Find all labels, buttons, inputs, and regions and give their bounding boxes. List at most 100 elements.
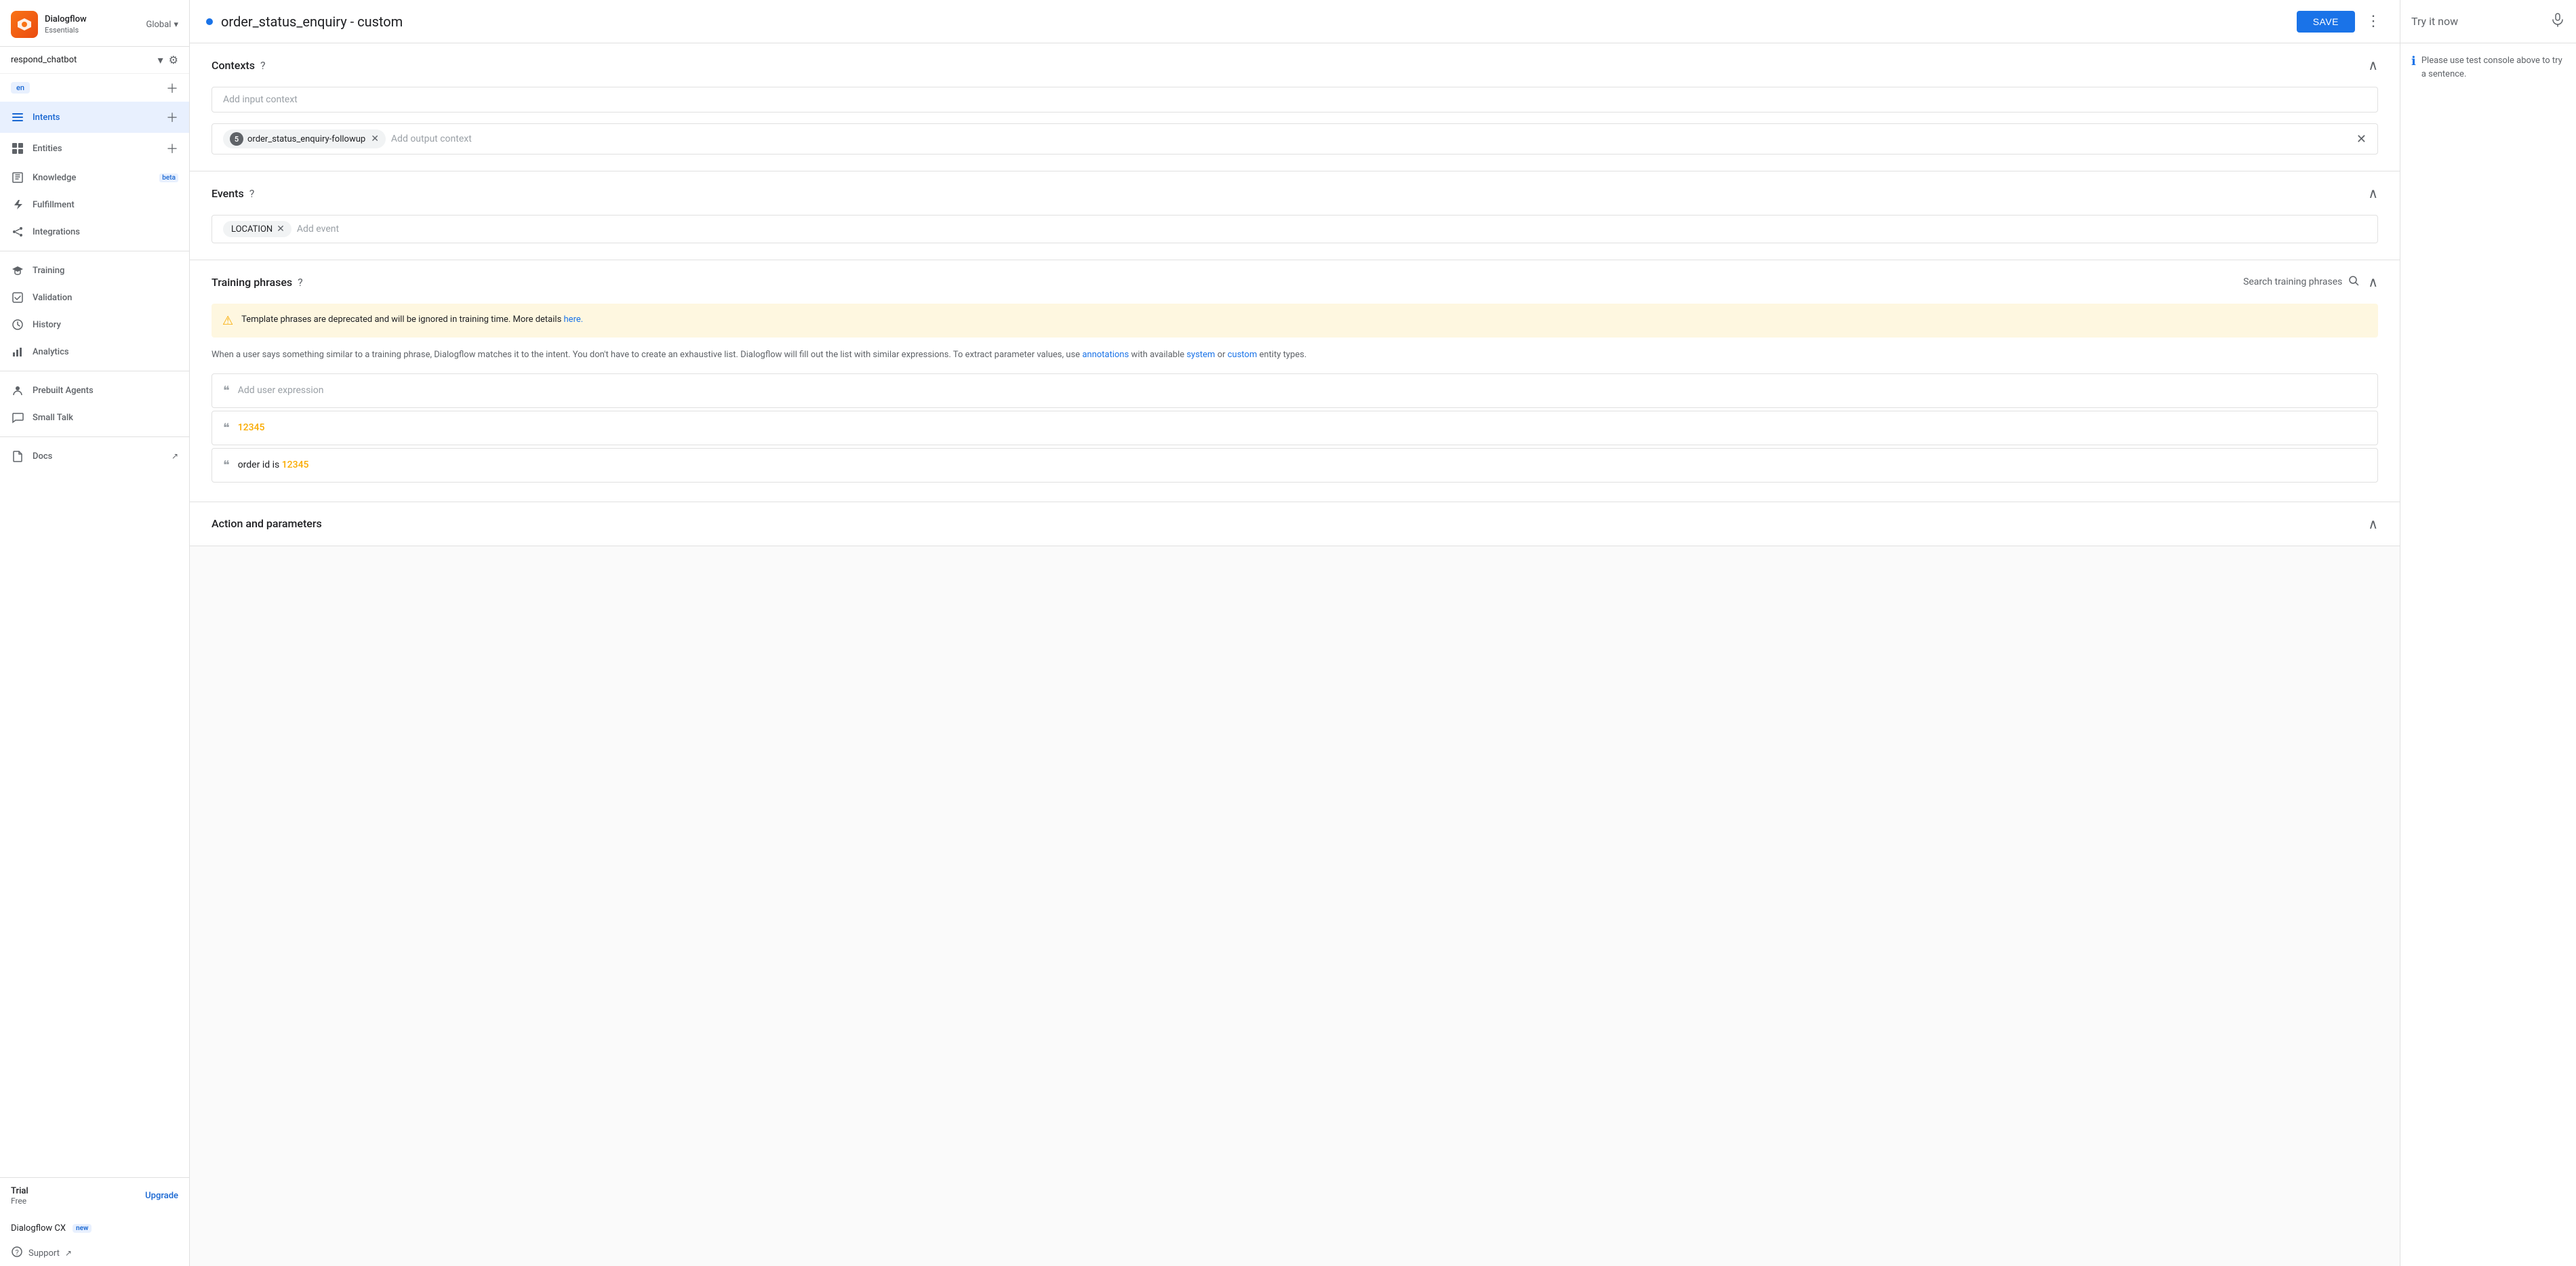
microphone-icon[interactable] xyxy=(2550,12,2565,31)
phrase-row-2[interactable]: ❝ order id is 12345 xyxy=(212,448,2378,483)
sidebar-item-intents[interactable]: Intents ＋ xyxy=(0,102,189,133)
contexts-title-row: Contexts ? xyxy=(212,59,266,72)
training-phrases-help-icon[interactable]: ? xyxy=(298,276,303,289)
sidebar-item-integrations-label: Integrations xyxy=(33,227,178,237)
support-label: Support xyxy=(28,1248,60,1259)
quote-icon: ❝ xyxy=(223,384,230,398)
global-label: Global xyxy=(146,20,172,30)
add-language-icon[interactable]: ＋ xyxy=(166,79,178,97)
external-link-icon: ↗ xyxy=(172,451,178,461)
input-context-field[interactable]: Add input context xyxy=(212,87,2378,113)
events-section-header[interactable]: Events ? ∧ xyxy=(190,171,2400,215)
sidebar-item-validation[interactable]: Validation xyxy=(0,284,189,311)
search-icon[interactable] xyxy=(2348,274,2360,290)
add-intent-icon[interactable]: ＋ xyxy=(166,108,178,126)
chat-icon xyxy=(11,411,24,424)
add-entity-icon[interactable]: ＋ xyxy=(166,140,178,157)
events-collapse-icon[interactable]: ∧ xyxy=(2368,185,2378,201)
upgrade-link[interactable]: Upgrade xyxy=(145,1191,178,1201)
language-badge[interactable]: en xyxy=(11,82,30,94)
system-link[interactable]: system xyxy=(1186,350,1215,360)
annotations-link[interactable]: annotations xyxy=(1082,350,1129,360)
phrase-quote-icon-2: ❝ xyxy=(223,458,230,472)
info-icon: ℹ xyxy=(2411,54,2416,68)
check-icon xyxy=(11,291,24,304)
context-clear-icon[interactable]: ✕ xyxy=(2356,132,2367,146)
intent-title: order_status_enquiry - custom xyxy=(221,14,2289,30)
agent-chevron-icon[interactable]: ▾ xyxy=(158,54,163,66)
logo-icon xyxy=(11,11,38,38)
context-num: 5 xyxy=(230,132,243,146)
sidebar-item-knowledge-label: Knowledge xyxy=(33,173,148,183)
sidebar-item-prebuilt[interactable]: Prebuilt Agents xyxy=(0,377,189,404)
grad-icon xyxy=(11,264,24,277)
trial-plan: Free xyxy=(11,1196,28,1206)
sidebar-item-fulfillment[interactable]: Fulfillment xyxy=(0,191,189,218)
dialogflow-cx-item[interactable]: Dialogflow CX new xyxy=(0,1217,189,1240)
event-row: LOCATION ✕ Add event xyxy=(212,215,2378,243)
logo-text-block: Dialogflow Essentials xyxy=(45,14,87,35)
context-name: order_status_enquiry-followup xyxy=(247,134,365,144)
training-phrases-body: ⚠ Template phrases are deprecated and wi… xyxy=(190,304,2400,502)
add-expression-row[interactable]: ❝ Add user expression xyxy=(212,373,2378,408)
trial-info: Trial Free xyxy=(11,1186,28,1206)
sidebar-item-validation-label: Validation xyxy=(33,293,178,303)
sidebar-item-smalltalk[interactable]: Small Talk xyxy=(0,404,189,431)
events-help-icon[interactable]: ? xyxy=(249,187,255,200)
training-phrases-collapse-icon[interactable]: ∧ xyxy=(2368,274,2378,290)
add-expression-placeholder: Add user expression xyxy=(238,385,324,396)
sidebar-item-docs[interactable]: Docs ↗ xyxy=(0,443,189,470)
search-phrases-label[interactable]: Search training phrases xyxy=(2243,277,2342,287)
warning-link[interactable]: here. xyxy=(564,314,584,325)
contexts-collapse-icon[interactable]: ∧ xyxy=(2368,57,2378,73)
add-event-placeholder[interactable]: Add event xyxy=(297,224,339,234)
event-badge: LOCATION ✕ xyxy=(223,221,291,237)
add-output-placeholder[interactable]: Add output context xyxy=(391,134,2351,144)
right-panel: Try it now ℹ Please use test console abo… xyxy=(2400,0,2576,1266)
phrase-row-1[interactable]: ❝ 12345 xyxy=(212,411,2378,445)
action-collapse-icon[interactable]: ∧ xyxy=(2368,516,2378,532)
sidebar-item-prebuilt-label: Prebuilt Agents xyxy=(33,386,178,396)
agent-settings-icon[interactable]: ⚙ xyxy=(169,54,178,66)
sidebar-item-entities-label: Entities xyxy=(33,144,158,154)
sidebar-item-intents-label: Intents xyxy=(33,113,158,123)
events-title-row: Events ? xyxy=(212,187,254,200)
clock-icon xyxy=(11,318,24,331)
output-context-row: 5 order_status_enquiry-followup ✕ Add ou… xyxy=(212,123,2378,155)
try-it-label: Try it now xyxy=(2411,15,2545,28)
sidebar-item-analytics[interactable]: Analytics xyxy=(0,338,189,365)
custom-link[interactable]: custom xyxy=(1228,350,1257,360)
top-bar: order_status_enquiry - custom SAVE ⋮ xyxy=(190,0,2400,43)
info-text: Please use test console above to try a s… xyxy=(2421,54,2565,81)
events-title: Events xyxy=(212,187,244,200)
support-external-icon: ↗ xyxy=(65,1248,72,1258)
sidebar-item-training[interactable]: Training xyxy=(0,257,189,284)
sidebar-item-support[interactable]: ? Support ↗ xyxy=(0,1240,189,1266)
sidebar-item-docs-label: Docs xyxy=(33,451,163,462)
status-dot xyxy=(206,18,213,25)
sidebar-item-entities[interactable]: Entities ＋ xyxy=(0,133,189,164)
sidebar-item-knowledge[interactable]: Knowledge beta xyxy=(0,164,189,191)
contexts-section-header[interactable]: Contexts ? ∧ xyxy=(190,43,2400,87)
more-options-icon[interactable]: ⋮ xyxy=(2363,10,2383,33)
global-selector[interactable]: Global ▾ xyxy=(146,20,179,30)
try-it-info: ℹ Please use test console above to try a… xyxy=(2400,43,2576,91)
sidebar-item-fulfillment-label: Fulfillment xyxy=(33,200,178,210)
logo-subtitle: Essentials xyxy=(45,26,87,35)
action-title: Action and parameters xyxy=(212,517,322,530)
context-remove-icon[interactable]: ✕ xyxy=(371,134,379,144)
contexts-help-icon[interactable]: ? xyxy=(260,59,266,72)
sidebar-item-integrations[interactable]: Integrations xyxy=(0,218,189,245)
save-button[interactable]: SAVE xyxy=(2297,11,2355,33)
context-badge: 5 order_status_enquiry-followup ✕ xyxy=(223,129,386,148)
description-text: When a user says something similar to a … xyxy=(212,348,2378,363)
person-icon xyxy=(11,384,24,397)
event-remove-icon[interactable]: ✕ xyxy=(277,224,285,234)
doc-icon xyxy=(11,449,24,463)
contexts-title: Contexts xyxy=(212,59,255,72)
sidebar-item-history[interactable]: History xyxy=(0,311,189,338)
action-section-header[interactable]: Action and parameters ∧ xyxy=(190,502,2400,546)
main-area: order_status_enquiry - custom SAVE ⋮ Con… xyxy=(190,0,2400,1266)
training-phrases-section-header[interactable]: Training phrases ? Search training phras… xyxy=(190,260,2400,304)
list-icon xyxy=(11,110,24,124)
